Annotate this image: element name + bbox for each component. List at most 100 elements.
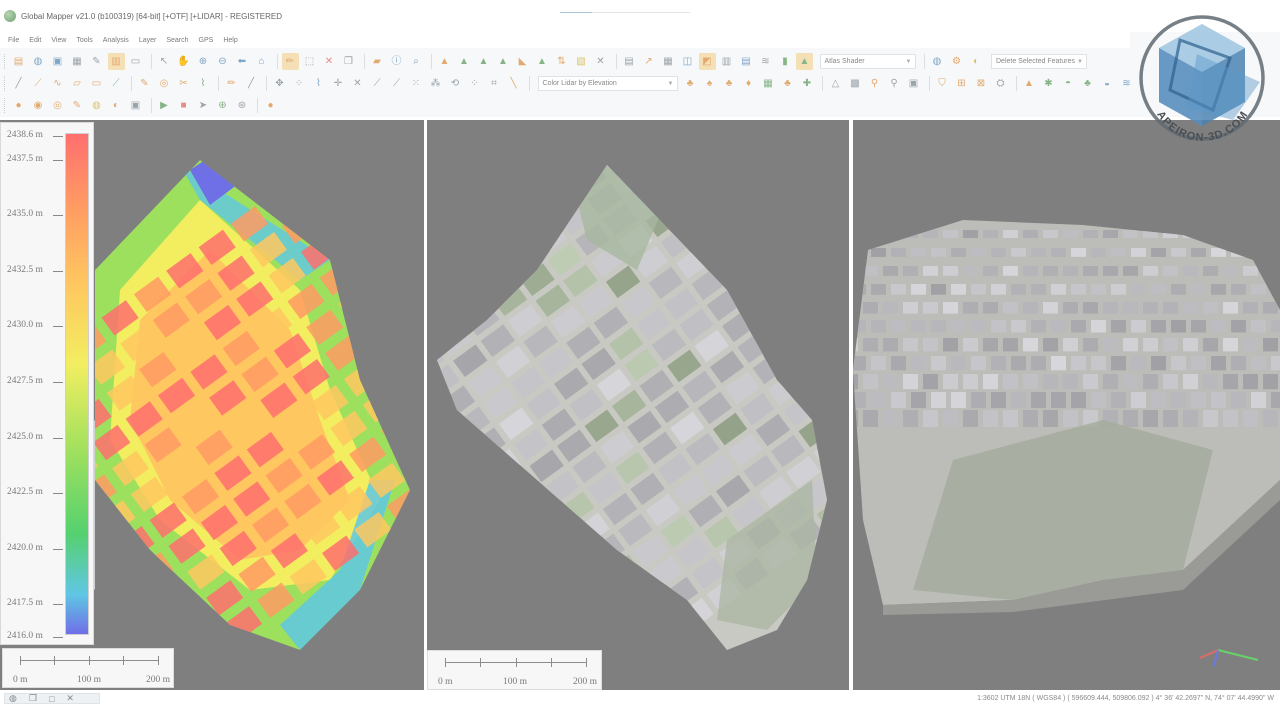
- marker-edit-icon[interactable]: ✎: [69, 97, 86, 114]
- lidar-classify-buildings-icon[interactable]: ♠: [701, 75, 718, 92]
- draw-area-icon[interactable]: ▱: [69, 75, 86, 92]
- menu-tools[interactable]: Tools: [76, 37, 92, 44]
- globe-icon[interactable]: ◍: [9, 693, 17, 704]
- terrain-profile-icon[interactable]: ▲: [436, 53, 453, 70]
- open-online-data-globe-icon[interactable]: ◍: [30, 53, 47, 70]
- select-feature-icon[interactable]: ⬚: [301, 53, 318, 70]
- pen-line-icon[interactable]: ╱: [243, 75, 260, 92]
- lidar-shader-icon[interactable]: ◩: [698, 53, 716, 70]
- map-view-3d-perspective[interactable]: [853, 120, 1280, 690]
- mesh-build-icon[interactable]: ⊠: [973, 75, 990, 92]
- draw-circle-icon[interactable]: ⟋: [108, 75, 125, 92]
- terrain-hill-icon[interactable]: ◓: [1060, 75, 1077, 92]
- cut-fill-icon[interactable]: ▲: [534, 53, 551, 70]
- marker-bulb-icon[interactable]: ◍: [88, 97, 105, 114]
- vegetation-grass-icon[interactable]: ✱: [1040, 75, 1057, 92]
- copy-icon[interactable]: ❐: [340, 53, 357, 70]
- draw-rectangle-icon[interactable]: ▭: [88, 75, 105, 92]
- online-globe-icon[interactable]: ◍: [929, 53, 946, 70]
- split-line-icon[interactable]: ✂: [175, 75, 192, 92]
- zoom-in-icon[interactable]: ⊕: [195, 53, 212, 70]
- zoom-out-icon[interactable]: ⊖: [214, 53, 231, 70]
- marker-group-icon[interactable]: ◐: [108, 97, 125, 114]
- lidar-profile-icon[interactable]: ⟋: [388, 75, 405, 92]
- lidar-paint-icon[interactable]: ⁘: [466, 75, 483, 92]
- overlay-control-center-icon[interactable]: ▦: [69, 53, 86, 70]
- play-icon[interactable]: ▶: [156, 97, 173, 114]
- pan-hand-icon[interactable]: ✋: [175, 53, 192, 70]
- lidar-draw-icon[interactable]: ⟋: [369, 75, 386, 92]
- image-swipe-icon[interactable]: ▧: [573, 53, 590, 70]
- map-layout-icon[interactable]: ▥: [107, 53, 125, 70]
- lidar-compare-icon[interactable]: ⚲: [886, 75, 903, 92]
- maximize-icon[interactable]: □: [49, 694, 54, 704]
- menu-gps[interactable]: GPS: [199, 37, 214, 44]
- digitizer-pencil-icon[interactable]: ✏: [281, 53, 299, 70]
- save-workspace-icon[interactable]: ▣: [49, 53, 66, 70]
- minimized-window-tile[interactable]: ◍ ❐ □ ✕: [4, 693, 100, 704]
- filter-funnel-icon[interactable]: ⛉: [934, 75, 951, 92]
- toolbar-grip[interactable]: [4, 98, 7, 113]
- water-level-icon[interactable]: ≋: [757, 53, 774, 70]
- lidar-extract-icon[interactable]: ▦: [760, 75, 777, 92]
- map-view-elevation[interactable]: 2438.6 m 2437.5 m 2435.0 m 2432.5 m 2430.0 m…: [0, 120, 424, 690]
- gps-target-icon[interactable]: ◎: [49, 97, 66, 114]
- water-surface-icon[interactable]: ◒: [1099, 75, 1116, 92]
- restore-icon[interactable]: ❐: [29, 693, 37, 704]
- lidar-cross-icon[interactable]: ✛: [330, 75, 347, 92]
- color-ball-icon[interactable]: ●: [262, 97, 279, 114]
- settings-gear-icon[interactable]: ⚙: [948, 53, 965, 70]
- combine-terrain-icon[interactable]: ⇅: [553, 53, 570, 70]
- layer-panel-icon[interactable]: ▤: [621, 53, 638, 70]
- orthophoto-canvas[interactable]: [427, 120, 849, 690]
- lidar-rotate-icon[interactable]: ⟲: [447, 75, 464, 92]
- hill-shading-icon[interactable]: ▤: [738, 53, 755, 70]
- menu-view[interactable]: View: [51, 37, 66, 44]
- draw-freehand-icon[interactable]: ∿: [49, 75, 66, 92]
- measure-ruler-icon[interactable]: ▰: [369, 53, 386, 70]
- lidar-filter-icon[interactable]: ⁙: [408, 75, 425, 92]
- menu-layer[interactable]: Layer: [139, 37, 157, 44]
- stop-icon[interactable]: ■: [175, 97, 192, 114]
- elevation-legend-icon[interactable]: ▥: [718, 53, 735, 70]
- delete-x-icon[interactable]: ✕: [321, 53, 338, 70]
- lidar-delete-icon[interactable]: ✕: [349, 75, 366, 92]
- marker-pin-icon[interactable]: ◉: [30, 97, 47, 114]
- sun-position-icon[interactable]: ◐: [968, 53, 985, 70]
- delete-feature-select[interactable]: Delete Selected Features ▼: [991, 54, 1087, 69]
- edit-vertex-icon[interactable]: ✎: [136, 75, 153, 92]
- search-icon[interactable]: ⌕: [408, 53, 425, 70]
- watershed-icon[interactable]: ▲: [475, 53, 492, 70]
- configuration-wrench-icon[interactable]: ✎: [88, 53, 105, 70]
- camera-icon[interactable]: ▣: [127, 97, 144, 114]
- disable-overlay-icon[interactable]: ✕: [592, 53, 609, 70]
- pencil-edit-icon[interactable]: ✏: [223, 75, 240, 92]
- menu-edit[interactable]: Edit: [29, 37, 41, 44]
- close-icon[interactable]: ✕: [66, 693, 74, 704]
- menu-search[interactable]: Search: [166, 37, 188, 44]
- gps-track-icon[interactable]: ⊕: [214, 97, 231, 114]
- contour-icon[interactable]: ▲: [495, 53, 512, 70]
- grid-pattern-icon[interactable]: ▩: [847, 75, 864, 92]
- view-shed-icon[interactable]: ▲: [456, 53, 473, 70]
- lidar-classify-noise-icon[interactable]: ♦: [740, 75, 757, 92]
- draw-polyline-icon[interactable]: ⟋: [30, 75, 47, 92]
- info-icon[interactable]: ⓘ: [388, 53, 405, 70]
- shader-terrain-icon[interactable]: ▲: [796, 53, 813, 70]
- lidar-grid-icon[interactable]: ♣: [779, 75, 796, 92]
- lidar-qc-icon[interactable]: ⚲: [866, 75, 883, 92]
- vertical-exaggeration-icon[interactable]: ▮: [777, 53, 794, 70]
- menu-analysis[interactable]: Analysis: [103, 37, 129, 44]
- target-point-icon[interactable]: ◎: [156, 75, 173, 92]
- menu-file[interactable]: File: [8, 37, 19, 44]
- pixels-to-points-icon[interactable]: ⊞: [953, 75, 970, 92]
- map-view-orthophoto[interactable]: 0 m 100 m 200 m: [427, 120, 849, 690]
- lidar-export-icon[interactable]: ⛭: [992, 75, 1009, 92]
- pointer-select-icon[interactable]: ↖: [156, 53, 173, 70]
- lidar-color-select[interactable]: Color Lidar by Elevation ▼: [537, 76, 678, 91]
- path-profile-icon[interactable]: ◣: [514, 53, 531, 70]
- move-crosshair-icon[interactable]: ✥: [271, 75, 288, 92]
- fly-through-icon[interactable]: ➤: [195, 97, 212, 114]
- place-marker-icon[interactable]: ●: [10, 97, 27, 114]
- lidar-statistics-icon[interactable]: ✚: [799, 75, 816, 92]
